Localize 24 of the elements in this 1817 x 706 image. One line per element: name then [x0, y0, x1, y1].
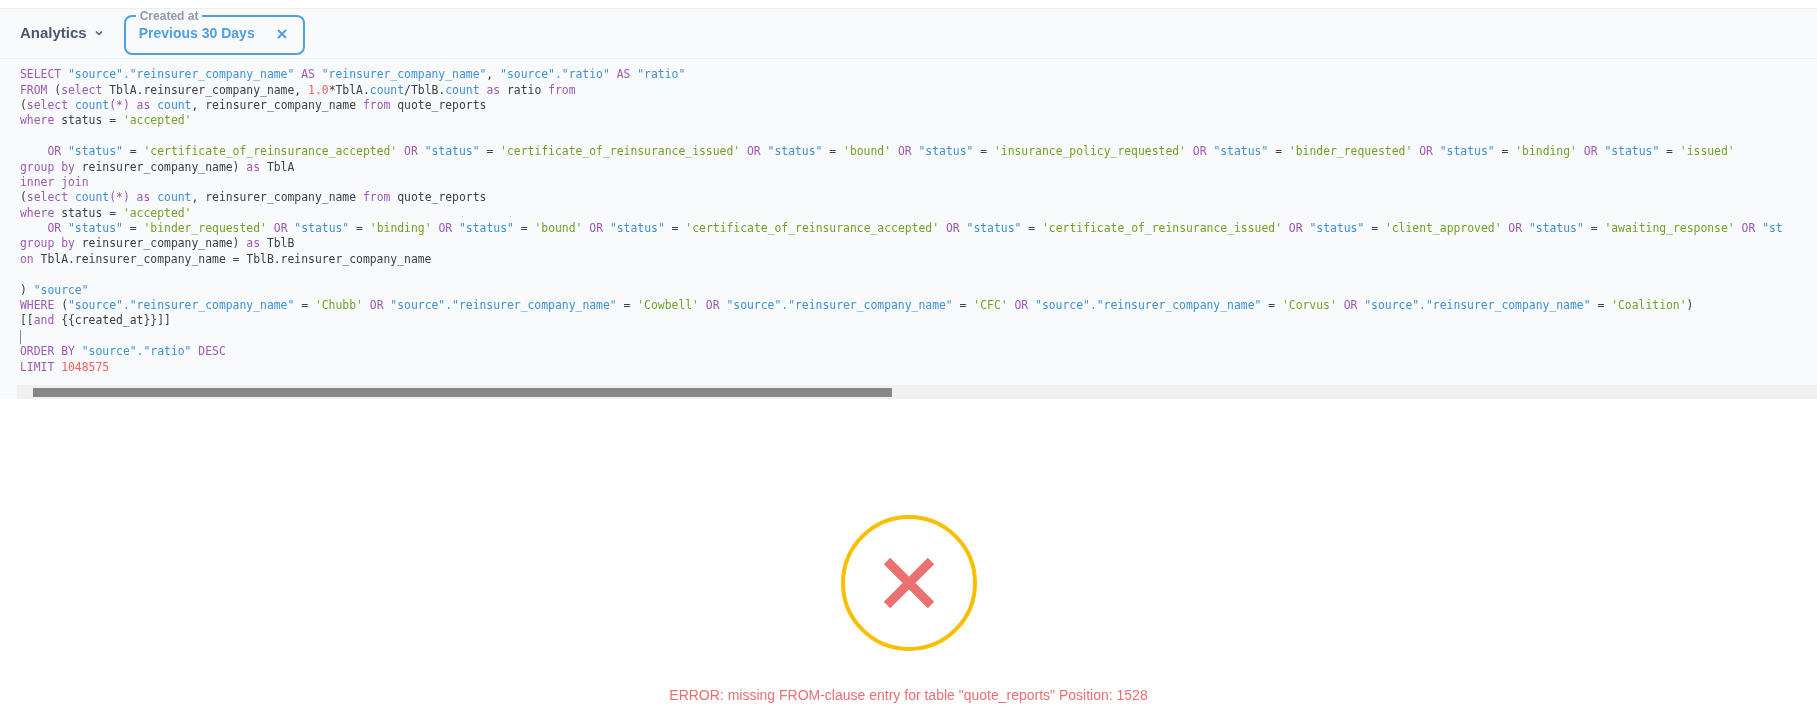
- collection-dropdown[interactable]: Analytics: [20, 22, 104, 45]
- code-line: (select count(*) as count, reinsurer_company_name from quote_reports: [20, 190, 487, 206]
- code-line: [[and {{created_at}}]]: [20, 313, 171, 329]
- code-line: LIMIT 1048575: [20, 359, 110, 375]
- code-line: ORDER BY "source"."ratio" DESC: [20, 344, 226, 360]
- code-line: on TblA.reinsurer_company_name = TblB.reinsurer_company_name: [20, 251, 432, 268]
- code-line: where status = 'accepted': [20, 113, 192, 129]
- close-icon[interactable]: [276, 28, 287, 39]
- code-line: group by reinsurer_company_name) as TblA: [20, 159, 295, 175]
- code-line: WHERE ("source"."reinsurer_company_name" = 'Chubb' OR "source"."reinsurer_company_name" = 'Cowbell' OR "source"."reinsurer_company_name" = 'CFC' OR "source"."reinsurer_company_name" = 'Corvus' OR "source"."reinsurer_company_name" = 'Coalition'): [20, 298, 1694, 314]
- code-line: (select count(*) as count, reinsurer_company_name from quote_reports: [20, 97, 487, 114]
- filter-label: Created at: [138, 9, 200, 24]
- error-icon: [839, 514, 978, 652]
- filter-value: Previous 30 Days: [138, 24, 255, 44]
- code-line: OR "status" = 'certificate_of_reinsurance_accepted' OR "status" = 'certificate_of_reinsurance_issued' OR "status" = 'bound' OR "status" = 'insurance_policy_requested' OR "status" = 'binder_requested' OR "status" = 'binding' OR "status" = 'issued': [46, 144, 1735, 160]
- code-line: SELECT "source"."reinsurer_company_name" AS "reinsurer_company_name", "source"."ratio" AS "ratio": [20, 67, 686, 83]
- code-line: group by reinsurer_company_name) as TblB: [20, 236, 295, 252]
- error-message: ERROR: missing FROM-clause entry for table "quote_reports" Position: 1528: [669, 686, 1148, 705]
- code-line: OR "status" = 'binder_requested' OR "status" = 'binding' OR "status" = 'bound' OR "status" = 'certificate_of_reinsurance_accepted' OR "status" = 'certificate_of_reinsurance_issued' OR "status" = 'client_approved' OR "status" = 'awaiting_response' OR "st: [46, 221, 1783, 237]
- code-line: FROM (select TblA.reinsurer_company_name, 1.0*TblA.count/TblB.count as ratio from: [20, 82, 576, 98]
- code-line: inner join: [20, 174, 89, 191]
- scrollbar-thumb[interactable]: [33, 387, 892, 397]
- code-line: where status = 'accepted': [20, 205, 192, 222]
- code-line: ) "source": [20, 282, 89, 299]
